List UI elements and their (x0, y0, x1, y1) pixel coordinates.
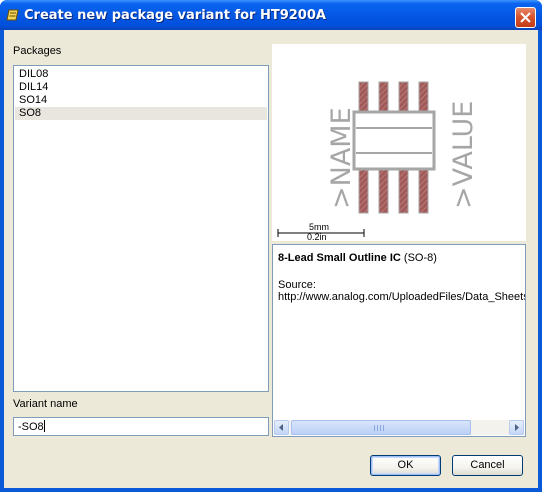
title-bar[interactable]: Create new package variant for HT9200A (0, 0, 542, 30)
cancel-button[interactable]: Cancel (452, 455, 523, 476)
description-title-bold: 8-Lead Small Outline IC (278, 252, 401, 264)
ok-button[interactable]: OK (370, 455, 441, 476)
packages-label: Packages (13, 45, 62, 57)
name-label: >NAME (326, 107, 357, 209)
scale-bar: 5mm 0.2in (277, 222, 365, 242)
package-icon (6, 9, 19, 21)
grip-icon (374, 425, 386, 431)
package-preview: >NAME >VALUE 5mm 0.2in (272, 44, 526, 242)
description-title-suffix: (SO-8) (400, 252, 437, 264)
dialog-window: Create new package variant for HT9200A P… (0, 0, 542, 492)
scroll-right-button[interactable] (509, 420, 524, 435)
window-title: Create new package variant for HT9200A (24, 8, 326, 23)
arrow-left-icon (279, 424, 283, 431)
footprint-drawing: >NAME >VALUE 5mm 0.2in (277, 81, 479, 242)
dialog-body: Packages DIL08 DIL14 SO14 SO8 >NAME >VAL… (4, 30, 538, 488)
source-label: Source: (278, 279, 316, 291)
package-item-so14[interactable]: SO14 (15, 94, 267, 107)
description-title: 8-Lead Small Outline IC (SO-8) (278, 252, 437, 264)
variant-name-value: -SO8 (18, 421, 44, 433)
bottom-pads (358, 169, 429, 214)
description-hscrollbar[interactable] (274, 420, 524, 435)
scroll-thumb[interactable] (291, 420, 471, 435)
package-item-so8[interactable]: SO8 (15, 107, 267, 120)
text-caret (43, 420, 45, 432)
arrow-right-icon (515, 424, 519, 431)
package-description: 8-Lead Small Outline IC (SO-8) Source: h… (272, 244, 526, 437)
value-label: >VALUE (448, 101, 479, 209)
packages-list[interactable]: DIL08 DIL14 SO14 SO8 (13, 65, 269, 392)
scroll-left-button[interactable] (274, 420, 289, 435)
source-url[interactable]: http://www.analog.com/UploadedFiles/Data… (278, 291, 525, 303)
close-button[interactable] (515, 7, 536, 28)
package-body (352, 110, 436, 171)
package-item-dil08[interactable]: DIL08 (15, 68, 267, 81)
variant-name-input[interactable]: -SO8 (13, 417, 269, 436)
scale-mm: 5mm (309, 222, 329, 232)
scale-in: 0.2in (307, 232, 327, 241)
package-item-dil14[interactable]: DIL14 (15, 81, 267, 94)
description-source: Source: http://www.analog.com/UploadedFi… (278, 279, 525, 303)
variant-name-label: Variant name (13, 398, 78, 410)
close-icon (520, 12, 531, 23)
